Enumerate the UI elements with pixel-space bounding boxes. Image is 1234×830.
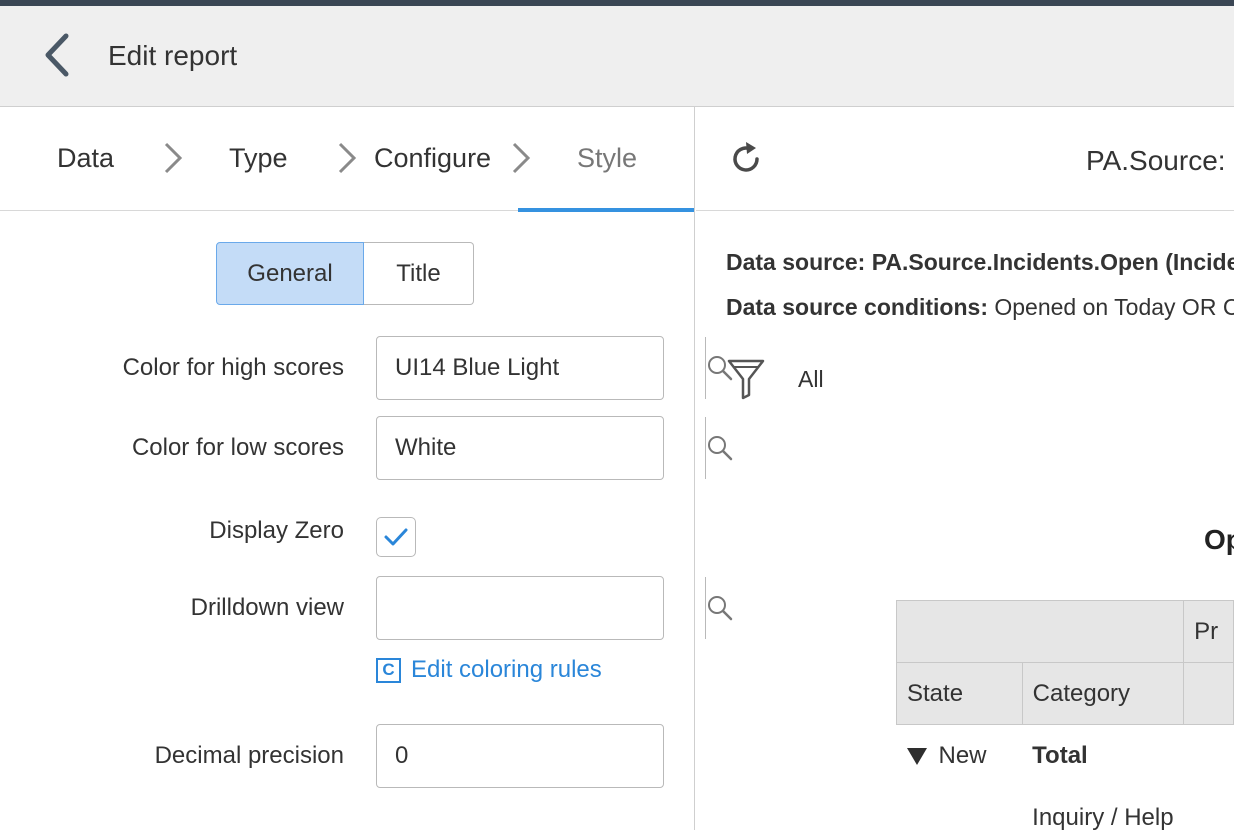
edit-coloring-rules-label: Edit coloring rules [411,656,602,683]
table-subheader-row: State Category [896,662,1234,725]
data-source-conditions-line: Data source conditions: Opened on Today … [726,294,1234,321]
value-cell [1183,786,1234,830]
category-cell: Total [1022,724,1184,787]
filter-icon [727,359,765,400]
table-header-row: Pr [895,600,1234,663]
chevron-left-icon [45,33,69,77]
chevron-right-icon [164,142,183,174]
display-zero-checkbox[interactable] [376,517,416,557]
table-row: New Total [896,724,1234,787]
low-scores-field [376,416,733,480]
column-header-category[interactable]: Category [1021,662,1185,725]
data-source-label: Data source: [726,249,866,275]
pivot-table: Pr State Category New Total Inquiry / He… [895,600,1234,830]
page-header: Edit report [0,6,1234,107]
display-zero-label: Display Zero [209,517,344,544]
checkmark-icon [384,528,408,546]
filter-text: All [798,365,824,392]
high-scores-input[interactable] [377,337,705,399]
active-step-indicator [518,208,694,212]
report-preview-panel: PA.Source: Data source: PA.Source.Incide… [696,107,1234,830]
value-cell [1183,724,1234,787]
chevron-right-icon [338,142,357,174]
filter-row[interactable]: All [726,357,824,401]
data-source-line: Data source: PA.Source.Incidents.Open (I… [726,249,1234,276]
high-scores-field [376,336,733,400]
left-panel: Data Type Configure Style General Title … [0,107,733,830]
high-scores-label: Color for high scores [122,354,344,381]
table-header-cell [1183,662,1234,725]
step-configure[interactable]: Configure [374,143,491,174]
refresh-button[interactable] [726,139,766,179]
drilldown-label: Drilldown view [190,594,344,621]
decimal-precision-input[interactable]: 0 [376,724,664,788]
style-tabs: General Title [216,242,474,305]
chart-heading: Op [1204,524,1234,555]
tab-general[interactable]: General [216,242,364,305]
conditions-label: Data source conditions: [726,294,988,320]
step-type[interactable]: Type [229,143,288,174]
chevron-right-icon [512,142,531,174]
category-cell: Inquiry / Help [1022,786,1184,830]
back-button[interactable] [38,30,78,80]
decimal-precision-label: Decimal precision [154,742,344,769]
state-value: New [938,741,987,769]
drilldown-field [376,576,733,640]
coloring-rules-icon: C [376,657,401,683]
drilldown-input[interactable] [377,577,705,639]
collapse-triangle-icon [906,747,927,765]
data-source-value: PA.Source.Incidents.Open (Incider [871,249,1234,275]
step-style[interactable]: Style [577,143,637,174]
conditions-value: Opened on Today OR C [994,294,1234,320]
wizard-steps: Data Type Configure Style [0,107,694,212]
table-header-cell: Pr [1183,600,1234,663]
tab-title[interactable]: Title [364,242,474,305]
state-cell[interactable]: New [896,724,1023,787]
edit-coloring-rules-link[interactable]: C Edit coloring rules [376,656,602,684]
preview-toolbar: PA.Source: [696,107,1234,211]
report-title: PA.Source: [1086,145,1226,176]
page-title: Edit report [108,40,238,71]
low-scores-label: Color for low scores [131,434,344,461]
step-data[interactable]: Data [57,143,114,174]
table-corner-cell [895,600,1185,663]
table-row: Inquiry / Help [896,786,1234,830]
low-scores-input[interactable] [377,417,705,479]
refresh-icon [733,142,759,172]
state-cell [896,786,1023,830]
column-header-state[interactable]: State [896,662,1023,725]
